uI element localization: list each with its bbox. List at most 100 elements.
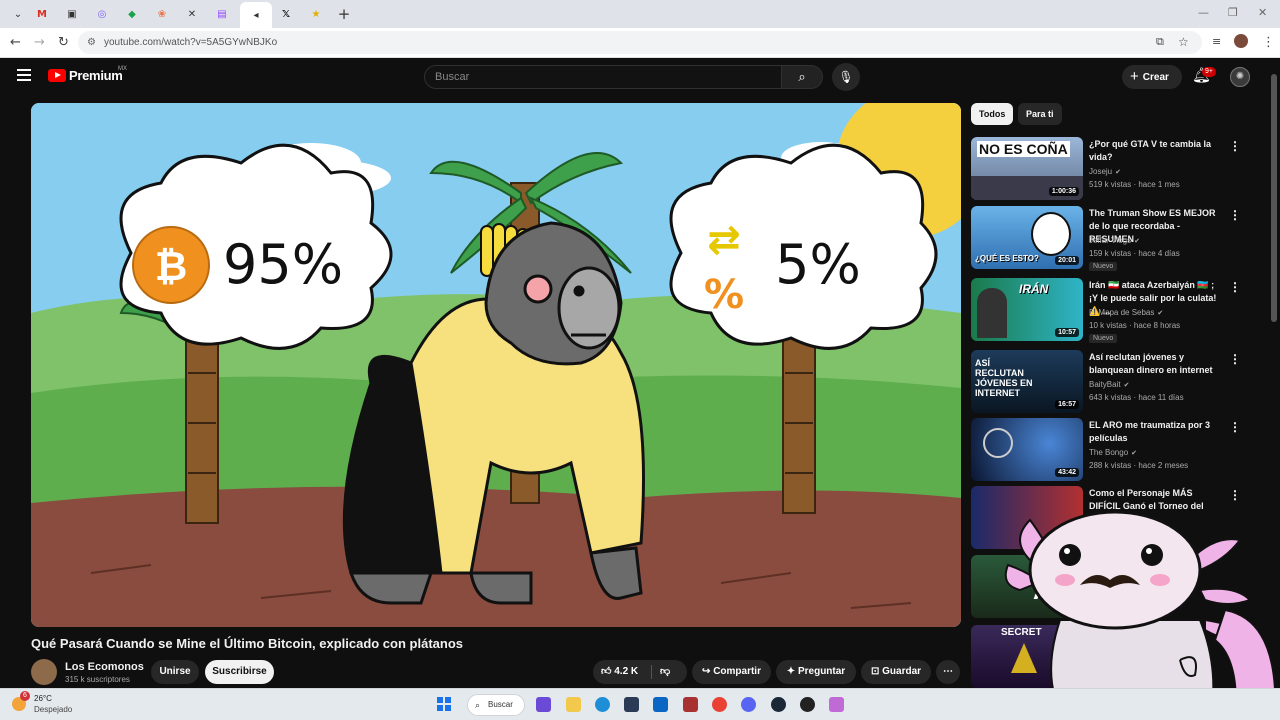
chip-todos[interactable]: Todos [971,103,1014,125]
url-field[interactable]: ⚙ youtube.com/watch?v=5A5GYwNBJKo [78,31,1202,54]
tab-circle[interactable]: ◎ [88,4,116,24]
recommendation-channel[interactable]: BaityBait ✔ [1089,380,1129,389]
tab-x[interactable]: 𝕏 [272,4,300,24]
weather-description[interactable]: Despejado [34,705,72,714]
recommendation-title[interactable]: Así reclutan jóvenes y blanquean dinero … [1089,351,1225,377]
tab-active-youtube[interactable]: ◂ [240,2,272,28]
tab-gmail[interactable]: M [28,4,56,24]
recommendation-item[interactable]: ASÍ RECLUTAN JÓVENES EN INTERNET 16:57 A… [971,350,1251,414]
site-info-icon[interactable]: ⚙ [87,31,96,54]
voice-search-button[interactable]: 🎙 [832,63,860,91]
recommendation-item[interactable]: SECRET 39 T... ES ... De ... ⋮ [971,625,1251,689]
recommendation-title[interactable]: ¿Por qué GTA V te cambia la vida? [1089,138,1225,164]
like-button[interactable]: 👍︎ 4.2 K [601,666,638,677]
thumbnail-text: ASÍ RECLUTAN JÓVENES EN INTERNET [975,358,1033,398]
recommendation-thumbnail[interactable]: A [971,555,1083,618]
search-input[interactable]: Buscar [424,65,782,89]
thumbnail-text: IRÁN [1019,282,1049,296]
taskbar-search[interactable]: ⌕ Buscar [467,694,525,716]
subscribe-button[interactable]: Suscribirse [205,660,274,684]
app-active-icon[interactable] [829,697,844,712]
recommendation-item[interactable]: A [971,555,1251,619]
bookmark-star-icon[interactable]: ☆ [1178,35,1189,49]
reading-list-icon[interactable]: ≡ [1212,35,1221,48]
tab-star[interactable]: ★ [302,4,330,24]
reload-button[interactable]: ↻ [58,35,69,50]
forward-button[interactable]: → [34,35,45,50]
search-button[interactable]: ⌕ [781,65,823,89]
channel-label: Jeffar Vlogs [1089,236,1132,245]
recommendation-thumbnail[interactable]: 43:42 [971,418,1083,481]
recommendation-thumbnail[interactable]: ASÍ RECLUTAN JÓVENES EN INTERNET 16:57 [971,350,1083,413]
recommendation-menu-icon[interactable]: ⋮ [1229,420,1241,434]
install-app-icon[interactable]: ⧉ [1156,35,1164,49]
recommendation-channel[interactable]: Joseju ✔ [1089,167,1121,176]
save-button[interactable]: ⊡ Guardar [861,660,931,684]
more-actions-button[interactable]: ⋯ [936,660,960,684]
back-button[interactable]: ← [10,35,21,50]
maximize-button[interactable]: ❐ [1228,6,1238,19]
recommendation-menu-icon[interactable]: ⋮ [1229,208,1241,222]
chrome-icon[interactable] [712,697,727,712]
recommendation-thumbnail[interactable]: ¿QUÉ ES ESTO? 20:01 [971,206,1083,269]
recommendation-item[interactable]: 43:42 EL ARO me traumatiza por 3 películ… [971,418,1251,482]
recommendation-title[interactable]: T... ES ... De ... [1089,626,1225,639]
youtube-header: Premium MX Buscar ⌕ 🎙 + Crear 🔔︎ 9+ ✺ [0,58,1280,98]
recommendation-thumbnail[interactable]: SECRET 39 [971,625,1083,688]
steam-icon[interactable] [771,697,786,712]
recommendation-menu-icon[interactable]: ⋮ [1229,139,1241,153]
recommendation-meta: 519 k vistas · hace 1 mes [1089,180,1180,189]
recommendation-title[interactable]: Como el Personaje MÁS DIFÍCIL Ganó el To… [1089,487,1225,526]
file-explorer-icon[interactable] [566,697,581,712]
recommendation-thumbnail[interactable]: NO ES COÑA 1:00:36 [971,137,1083,200]
recommendation-item[interactable]: ¿QUÉ ES ESTO? 20:01 The Truman Show ES M… [971,206,1251,271]
tab-app[interactable]: ▣ [58,4,86,24]
store-icon[interactable] [624,697,639,712]
recommendation-title[interactable]: EL ARO me traumatiza por 3 películas [1089,419,1225,445]
close-window-button[interactable]: ✕ [1258,6,1267,19]
tab-green[interactable]: ◆ [118,4,146,24]
recommendation-item[interactable]: Como el Personaje MÁS DIFÍCIL Ganó el To… [971,486,1251,550]
channel-avatar[interactable] [31,659,57,685]
share-button[interactable]: ↪ Compartir [692,660,771,684]
notification-count-badge: 9+ [1202,67,1216,77]
account-avatar[interactable]: ✺ [1230,67,1250,87]
channel-name[interactable]: Los Ecomonos [65,661,144,673]
obs-icon[interactable] [800,697,815,712]
tab-muted[interactable]: ✕ [178,4,206,24]
video-player[interactable]: ₿ 95% ⇄ % 5% [31,103,961,627]
recommendation-menu-icon[interactable]: ⋮ [1229,627,1241,641]
copilot-icon[interactable] [536,697,551,712]
dislike-button[interactable]: 👎︎ [660,660,670,684]
recommendation-menu-icon[interactable]: ⋮ [1229,488,1241,502]
chip-para-ti[interactable]: Para ti [1018,103,1062,125]
recommendation-item[interactable]: IRÁN 10:57 Irán 🇮🇷 ataca Azerbaiyán 🇦🇿 ;… [971,278,1251,343]
recommendation-thumbnail[interactable]: IRÁN 10:57 [971,278,1083,341]
recommendation-channel[interactable]: El Mapa de Sebas ✔ [1089,308,1163,317]
create-button[interactable]: + Crear [1122,65,1182,89]
recommendation-channel[interactable]: The Bongo ✔ [1089,448,1137,457]
recommendation-menu-icon[interactable]: ⋮ [1229,280,1241,294]
app-v-icon[interactable] [683,697,698,712]
ask-button[interactable]: ✦ Preguntar [776,660,856,684]
youtube-premium-logo[interactable]: Premium MX [48,66,127,83]
weather-temperature[interactable]: 26°C [34,694,52,703]
tab-orange[interactable]: ❀ [148,4,176,24]
join-button[interactable]: Unirse [151,660,199,684]
edge-icon[interactable] [595,697,610,712]
recommendation-thumbnail[interactable] [971,486,1083,549]
page-scrollbar[interactable] [1270,66,1278,686]
new-tab-button[interactable]: + [330,4,358,24]
discord-icon[interactable] [741,697,756,712]
app-icon[interactable] [653,697,668,712]
hamburger-menu-icon[interactable] [17,69,31,81]
recommendation-channel[interactable]: Jeffar Vlogs ✔ [1089,236,1140,245]
minimize-button[interactable]: — [1198,6,1209,19]
windows-start-button[interactable] [437,697,451,711]
browser-menu-icon[interactable]: ⋮ [1262,35,1275,50]
tab-twitch[interactable]: ▤ [208,4,236,24]
country-code: MX [118,66,127,72]
recommendation-item[interactable]: NO ES COÑA 1:00:36 ¿Por qué GTA V te cam… [971,137,1251,201]
profile-avatar[interactable] [1234,34,1248,48]
recommendation-menu-icon[interactable]: ⋮ [1229,352,1241,366]
